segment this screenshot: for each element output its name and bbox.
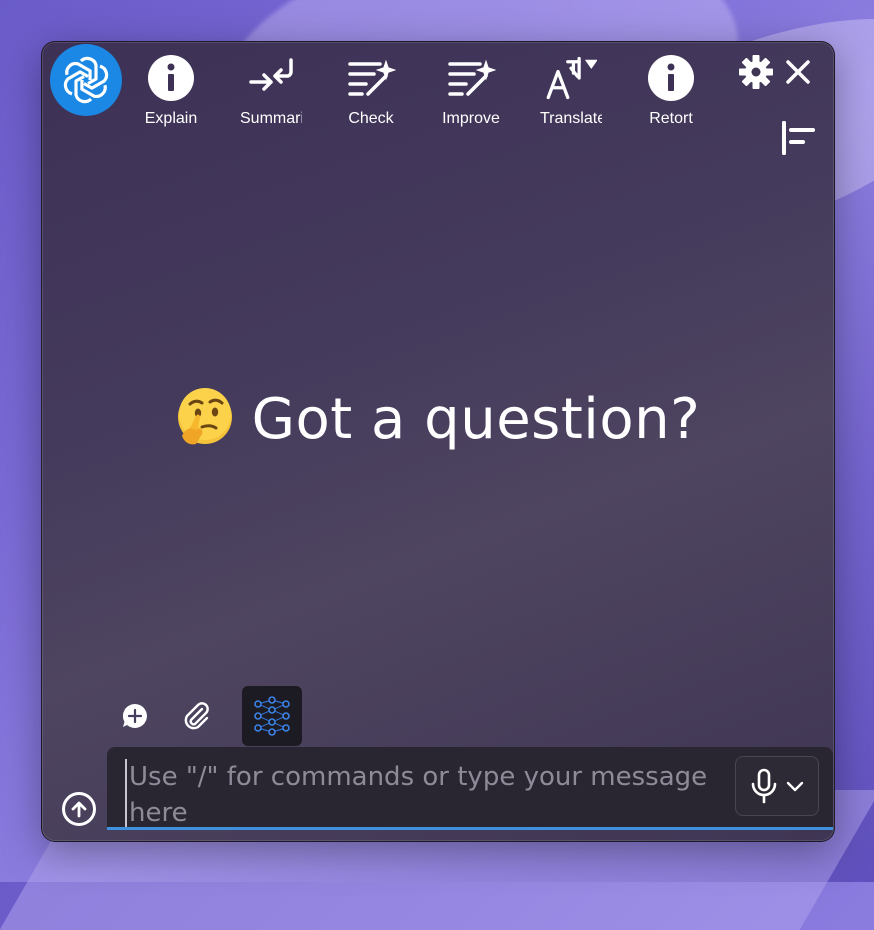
close-button[interactable]	[780, 54, 816, 90]
paperclip-icon	[184, 702, 209, 730]
gear-icon	[739, 55, 773, 89]
info-icon	[145, 52, 197, 104]
toolbar-explain-button[interactable]: Explain	[123, 52, 219, 128]
align-left-icon	[782, 121, 815, 155]
neural-network-icon	[254, 696, 290, 736]
toolbar-label: Summarize	[240, 110, 302, 127]
toolbar-improve-button[interactable]: Improve	[423, 52, 519, 128]
thinking-face-emoji-icon	[176, 387, 234, 446]
close-icon	[786, 60, 810, 84]
align-menu-button[interactable]	[776, 118, 820, 158]
text-sparkle-icon	[445, 52, 497, 104]
empty-state-prompt: Got a question?	[42, 387, 834, 452]
openai-logo-icon	[63, 56, 109, 104]
voice-input-button[interactable]	[735, 756, 819, 816]
toolbar-label: Translate	[540, 110, 602, 127]
chat-plus-icon	[122, 703, 147, 728]
chevron-down-icon	[786, 781, 804, 792]
toolbar-summarize-button[interactable]: Summarize	[223, 52, 319, 128]
toolbar-label: Improve	[442, 110, 500, 127]
attach-button[interactable]	[182, 701, 212, 731]
model-selector-button[interactable]	[242, 686, 302, 746]
assistant-window: Explain Summarize Check	[41, 41, 835, 842]
text-sparkle-icon	[345, 52, 397, 104]
openai-logo[interactable]	[50, 44, 122, 116]
toolbar-translate-button[interactable]: Translate	[523, 52, 619, 128]
toolbar-check-button[interactable]: Check	[323, 52, 419, 128]
microphone-icon	[751, 768, 777, 804]
toolbar-label: Retort	[649, 110, 693, 127]
settings-button[interactable]	[738, 54, 774, 90]
toolbar-label: Explain	[144, 110, 198, 127]
message-input[interactable]: Use "/" for commands or type your messag…	[125, 759, 723, 827]
new-chat-button[interactable]	[120, 701, 150, 731]
info-icon	[645, 52, 697, 104]
message-input-area[interactable]: Use "/" for commands or type your messag…	[107, 747, 833, 830]
empty-state-text: Got a question?	[251, 387, 701, 452]
upload-button[interactable]	[62, 792, 96, 826]
arrow-up-icon	[71, 801, 87, 818]
toolbar-label: Check	[348, 110, 394, 127]
toolbar-retort-button[interactable]: Retort	[623, 52, 719, 128]
collapse-arrows-icon	[245, 52, 297, 104]
translate-icon	[545, 52, 597, 104]
